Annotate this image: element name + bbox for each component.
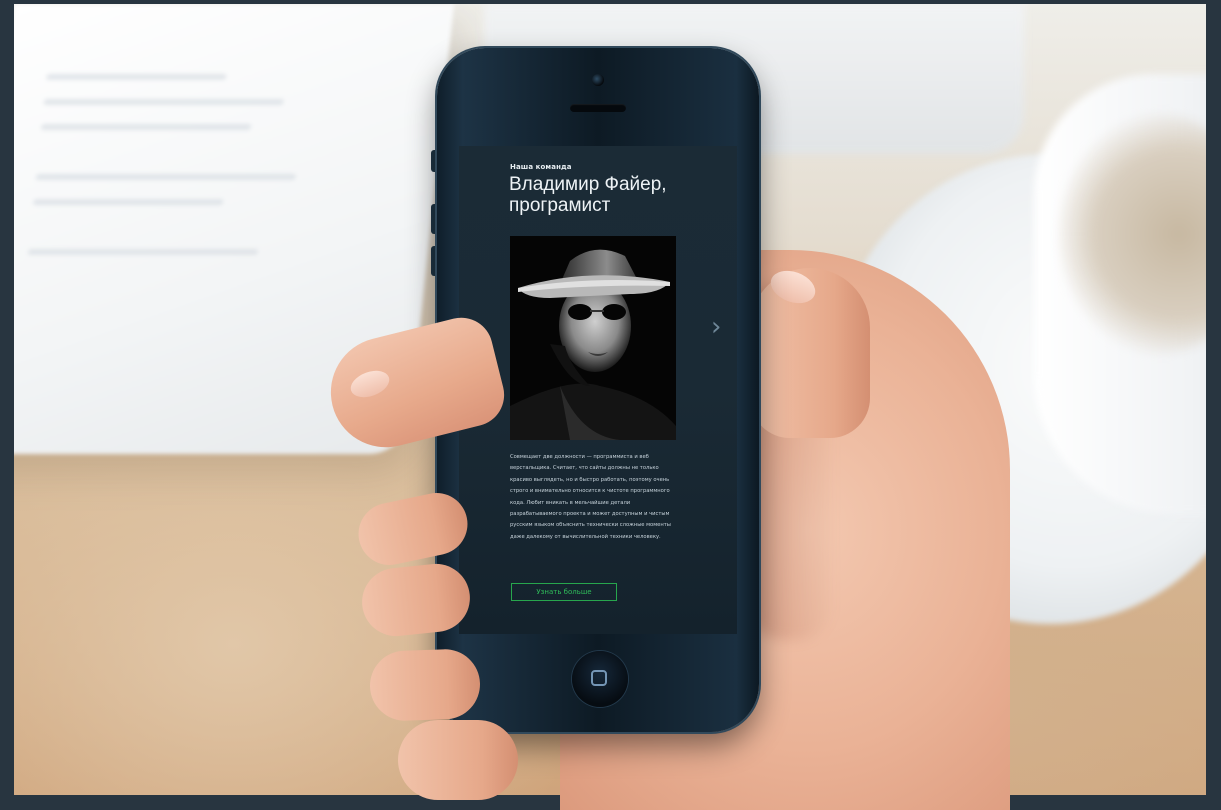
learn-more-button[interactable]: Узнать больше — [511, 583, 617, 601]
description-text: Совмещает две должности — программиста и… — [510, 454, 671, 540]
hand-finger-4 — [368, 648, 482, 722]
person-portrait-icon — [510, 236, 676, 440]
front-camera-icon — [592, 74, 604, 86]
hand-finger-5 — [398, 720, 518, 800]
section-label: Наша команда — [510, 163, 572, 171]
earpiece-speaker — [570, 104, 626, 112]
next-arrow-icon[interactable]: › — [711, 314, 721, 340]
home-square-icon — [591, 670, 607, 686]
person-photo — [510, 236, 676, 440]
person-title: Владимир Файер, програмист — [509, 174, 667, 216]
